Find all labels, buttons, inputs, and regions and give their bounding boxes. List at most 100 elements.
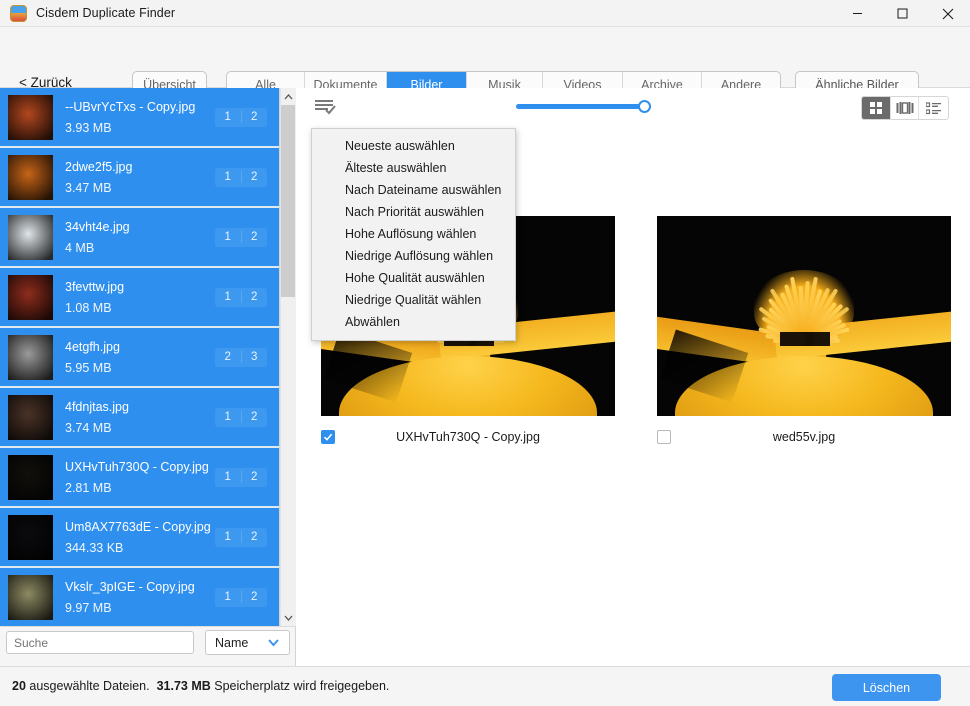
- file-info: 3fevttw.jpg 1.08 MB: [65, 280, 215, 315]
- window-controls: [835, 0, 970, 27]
- badge-value: 2: [251, 531, 258, 543]
- image-caption-row: wed55v.jpg: [657, 428, 951, 446]
- duplicate-count-badge: 12: [215, 527, 267, 547]
- badge-value: 2: [251, 471, 258, 483]
- file-size: 3.47 MB: [65, 180, 112, 195]
- file-name: 3fevttw.jpg: [65, 279, 125, 294]
- menu-item[interactable]: Hohe Auflösung wählen: [312, 223, 515, 245]
- file-size: 4 MB: [65, 240, 95, 255]
- file-info: 4etgfh.jpg 5.95 MB: [65, 340, 215, 375]
- file-info: UXHvTuh730Q - Copy.jpg 2.81 MB: [65, 460, 215, 495]
- file-info: 4fdnjtas.jpg 3.74 MB: [65, 400, 215, 435]
- badge-value: 2: [251, 291, 258, 303]
- search-input[interactable]: [6, 631, 194, 654]
- file-thumbnail: [8, 574, 53, 620]
- file-list-item[interactable]: UXHvTuh730Q - Copy.jpg 2.81 MB 1 2: [0, 448, 279, 508]
- image-thumbnail[interactable]: [657, 216, 951, 416]
- list-view-icon[interactable]: [919, 97, 948, 119]
- duplicate-count-badge: 12: [215, 227, 267, 247]
- badge-value: 2: [251, 411, 258, 423]
- badge-value: 2: [251, 231, 258, 243]
- main-toolbar: [296, 88, 970, 126]
- menu-item[interactable]: Neueste auswählen: [312, 135, 515, 157]
- selected-count-label: ausgewählte Dateien.: [29, 679, 150, 693]
- selection-dropdown-menu[interactable]: Neueste auswählen Älteste auswählen Nach D…: [311, 128, 516, 341]
- image-caption-row: UXHvTuh730Q - Copy.jpg: [321, 428, 615, 446]
- window-title: Cisdem Duplicate Finder: [36, 6, 176, 20]
- menu-item[interactable]: Abwählen: [312, 311, 515, 333]
- selected-count: 20: [12, 679, 26, 693]
- image-checkbox[interactable]: [657, 430, 671, 444]
- minimize-icon[interactable]: [835, 0, 880, 27]
- file-info: Vkslr_3pIGE - Copy.jpg 9.97 MB: [65, 580, 215, 615]
- slider-knob[interactable]: [638, 100, 651, 113]
- app-icon: [10, 4, 27, 22]
- image-checkbox[interactable]: [321, 430, 335, 444]
- file-list-item[interactable]: --UBvrYcTxs - Copy.jpg 3.93 MB 1 2: [0, 88, 279, 148]
- file-size: 9.97 MB: [65, 600, 112, 615]
- file-size: 3.93 MB: [65, 120, 112, 135]
- delete-button[interactable]: Löschen: [832, 674, 941, 701]
- file-thumbnail: [8, 154, 53, 200]
- chevron-down-icon[interactable]: [280, 609, 296, 626]
- file-name: 2dwe2f5.jpg: [65, 159, 133, 174]
- file-list-item[interactable]: Vkslr_3pIGE - Copy.jpg 9.97 MB 1 2: [0, 568, 279, 626]
- image-file-name: wed55v.jpg: [772, 430, 836, 444]
- file-thumbnail: [8, 214, 53, 260]
- sort-select-value: Name: [215, 635, 249, 650]
- file-thumbnail: [8, 274, 53, 320]
- duplicate-count-badge: 12: [215, 407, 267, 427]
- duplicate-count-badge: 12: [215, 167, 267, 187]
- file-info: --UBvrYcTxs - Copy.jpg 3.93 MB: [65, 100, 215, 135]
- chevron-up-icon[interactable]: [280, 88, 296, 105]
- grid-view-icon[interactable]: [862, 97, 891, 119]
- file-list-item[interactable]: Um8AX7763dE - Copy.jpg 344.33 KB 1 2: [0, 508, 279, 568]
- menu-item[interactable]: Älteste auswählen: [312, 157, 515, 179]
- sort-select[interactable]: Name: [205, 630, 290, 655]
- scrollbar-thumb[interactable]: [281, 105, 295, 297]
- freed-size-label: Speicherplatz wird freigegeben.: [214, 679, 390, 693]
- file-list-item[interactable]: 3fevttw.jpg 1.08 MB 1 2: [0, 268, 279, 328]
- duplicate-count-badge: 12: [215, 587, 267, 607]
- badge-value: 1: [215, 591, 242, 603]
- file-list-item[interactable]: 2dwe2f5.jpg 3.47 MB 1 2: [0, 148, 279, 208]
- file-list-sidebar[interactable]: --UBvrYcTxs - Copy.jpg 3.93 MB 1 2 2dwe2f5.j…: [0, 88, 280, 626]
- app-window: Cisdem Duplicate Finder < Zurück Übersic…: [0, 0, 970, 706]
- duplicate-count-badge: 12: [215, 287, 267, 307]
- list-select-icon[interactable]: [315, 99, 337, 115]
- badge-value: 1: [215, 531, 242, 543]
- badge-value: 2: [251, 591, 258, 603]
- file-thumbnail: [8, 454, 53, 500]
- menu-item[interactable]: Niedrige Qualität wählen: [312, 289, 515, 311]
- coverflow-view-icon[interactable]: [891, 97, 920, 119]
- file-list-item[interactable]: 34vht4e.jpg 4 MB 1 2: [0, 208, 279, 268]
- sidebar-scrollbar[interactable]: [280, 88, 296, 626]
- image-card[interactable]: wed55v.jpg: [657, 216, 951, 444]
- image-file-name: UXHvTuh730Q - Copy.jpg: [396, 430, 540, 444]
- file-size: 3.74 MB: [65, 420, 112, 435]
- file-thumbnail: [8, 394, 53, 440]
- badge-value: 2: [251, 171, 258, 183]
- file-name: Vkslr_3pIGE - Copy.jpg: [65, 579, 195, 594]
- file-name: --UBvrYcTxs - Copy.jpg: [65, 99, 196, 114]
- badge-value: 2: [251, 111, 258, 123]
- menu-item[interactable]: Nach Priorität auswählen: [312, 201, 515, 223]
- menu-item[interactable]: Hohe Qualität auswählen: [312, 267, 515, 289]
- chevron-down-icon: [266, 635, 281, 653]
- duplicate-count-badge: 12: [215, 467, 267, 487]
- file-size: 5.95 MB: [65, 360, 112, 375]
- file-thumbnail: [8, 334, 53, 380]
- slider-rail: [516, 104, 646, 109]
- thumbnail-size-slider[interactable]: [516, 100, 652, 113]
- close-icon[interactable]: [925, 0, 970, 27]
- status-text: 20 ausgewählte Dateien. 31.73 MB Speiche…: [12, 679, 389, 693]
- maximize-icon[interactable]: [880, 0, 925, 27]
- file-list-item[interactable]: 4fdnjtas.jpg 3.74 MB 1 2: [0, 388, 279, 448]
- menu-item[interactable]: Nach Dateiname auswählen: [312, 179, 515, 201]
- file-thumbnail: [8, 514, 53, 560]
- badge-value: 1: [215, 291, 242, 303]
- menu-item[interactable]: Niedrige Auflösung wählen: [312, 245, 515, 267]
- title-bar: Cisdem Duplicate Finder: [0, 0, 970, 27]
- file-list-item[interactable]: 4etgfh.jpg 5.95 MB 2 3: [0, 328, 279, 388]
- flower-center-detail: [780, 332, 831, 346]
